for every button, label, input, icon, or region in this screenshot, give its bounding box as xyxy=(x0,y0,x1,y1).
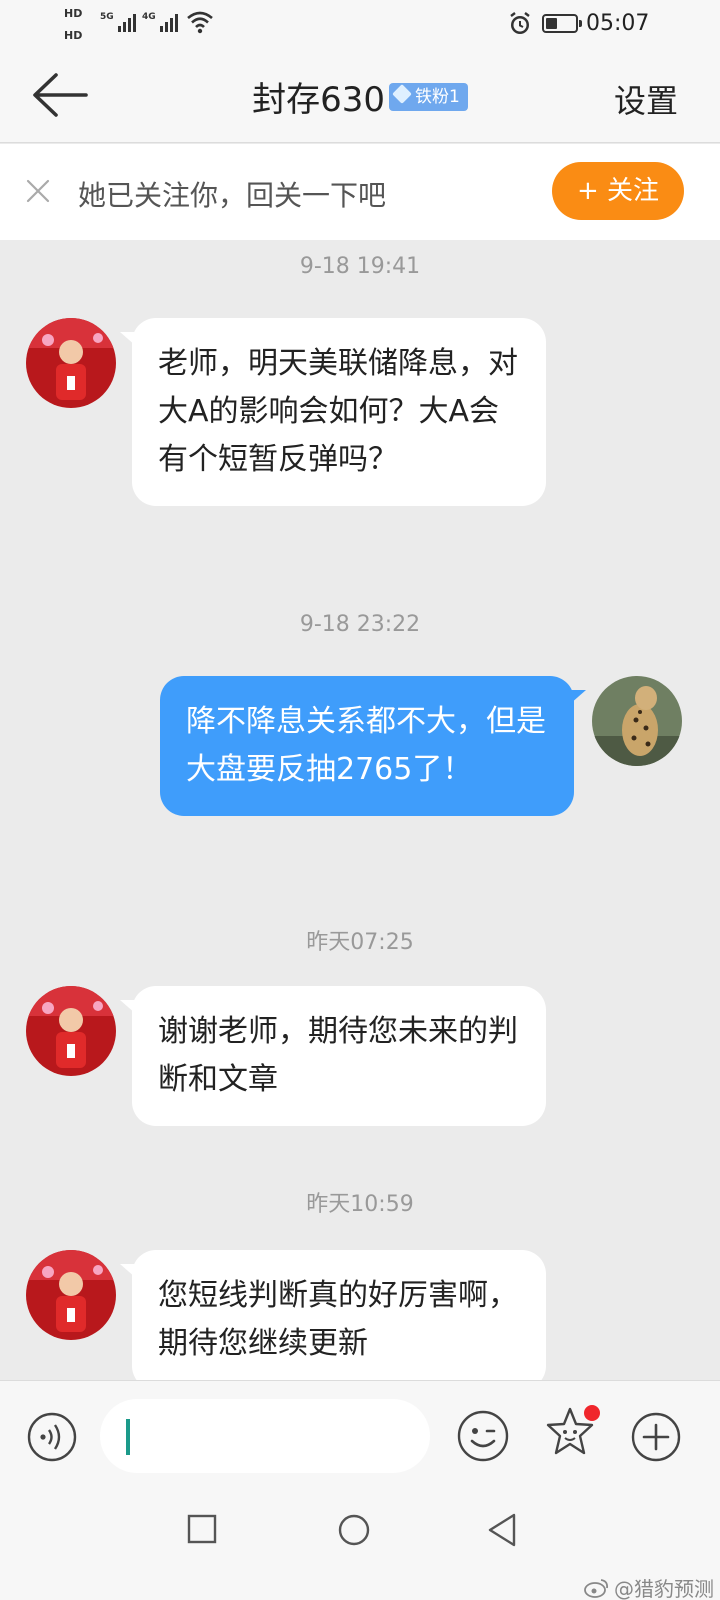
message-bubble-incoming[interactable]: 您短线判断真的好厉害啊，期待您继续更新 xyxy=(120,1250,546,1380)
wifi-icon xyxy=(187,11,213,34)
message-bubble-incoming[interactable]: 谢谢老师，期待您未来的判断和文章 xyxy=(120,986,546,1126)
avatar-image xyxy=(26,986,116,1076)
input-bar xyxy=(0,1380,720,1490)
diamond-icon xyxy=(392,83,412,104)
signal-icon-2: 4G xyxy=(142,12,178,32)
message-timestamp: 9-18 19:41 xyxy=(299,254,421,279)
message-bubble-incoming[interactable]: 老师，明天美联储降息，对大A的影响会如何？大A会有个短暂反弹吗？ xyxy=(120,318,546,506)
emoji-icon[interactable] xyxy=(456,1409,510,1463)
plus-icon[interactable] xyxy=(630,1411,682,1463)
message-timestamp: 昨天10:59 xyxy=(306,1192,414,1217)
weibo-icon xyxy=(584,1578,609,1598)
message-input[interactable] xyxy=(100,1399,430,1473)
voice-icon[interactable] xyxy=(26,1411,78,1463)
fan-badge-label: 铁粉1 xyxy=(415,86,460,107)
back-icon[interactable] xyxy=(486,1512,518,1548)
follow-banner: 她已关注你，回关一下吧 + 关注 xyxy=(0,144,720,240)
hd-indicator-1: HD xyxy=(64,7,83,20)
chat-area[interactable]: 9-18 19:41 老师，明天美联储降息，对大A的影响会如何？大A会有个短暂反… xyxy=(0,240,720,1380)
hd-indicator-2: HD xyxy=(64,29,83,42)
message-timestamp: 9-18 23:22 xyxy=(299,612,421,637)
contact-avatar[interactable] xyxy=(26,986,116,1076)
fan-badge[interactable]: 铁粉1 xyxy=(389,82,468,111)
contact-avatar[interactable] xyxy=(26,318,116,408)
settings-button[interactable]: 设置 xyxy=(614,76,678,122)
network-type-label-2: 4G xyxy=(142,12,156,22)
message-bubble-outgoing[interactable]: 降不降息关系都不大，但是大盘要反抽2765了！ xyxy=(160,676,586,816)
battery-icon xyxy=(542,14,582,33)
follow-prompt-text: 她已关注你，回关一下吧 xyxy=(78,179,387,212)
signal-icon: 5G xyxy=(100,12,136,32)
watermark: @猎豹预测 xyxy=(584,1573,714,1600)
notification-dot xyxy=(584,1405,600,1421)
recent-apps-icon[interactable] xyxy=(186,1512,218,1546)
alarm-icon xyxy=(510,12,530,34)
contact-avatar[interactable] xyxy=(26,1250,116,1340)
avatar-image xyxy=(26,1250,116,1340)
clock: 05:07 xyxy=(586,11,650,36)
network-type-label: 5G xyxy=(100,12,114,22)
close-icon[interactable] xyxy=(26,179,50,203)
header: 封存630 铁粉1 设置 xyxy=(0,50,720,143)
status-bar: HD HD 5G 4G 05:07 xyxy=(0,0,720,50)
follow-back-button[interactable]: + 关注 xyxy=(552,162,684,220)
title-group: 封存630 铁粉1 xyxy=(0,72,720,121)
avatar-image xyxy=(592,676,682,766)
home-icon[interactable] xyxy=(336,1512,372,1548)
my-avatar[interactable] xyxy=(592,676,682,766)
avatar-image xyxy=(26,318,116,408)
message-timestamp: 昨天07:25 xyxy=(306,930,414,955)
page-title[interactable]: 封存630 xyxy=(252,80,385,120)
text-caret xyxy=(126,1419,130,1455)
watermark-text: @猎豹预测 xyxy=(614,1577,714,1600)
